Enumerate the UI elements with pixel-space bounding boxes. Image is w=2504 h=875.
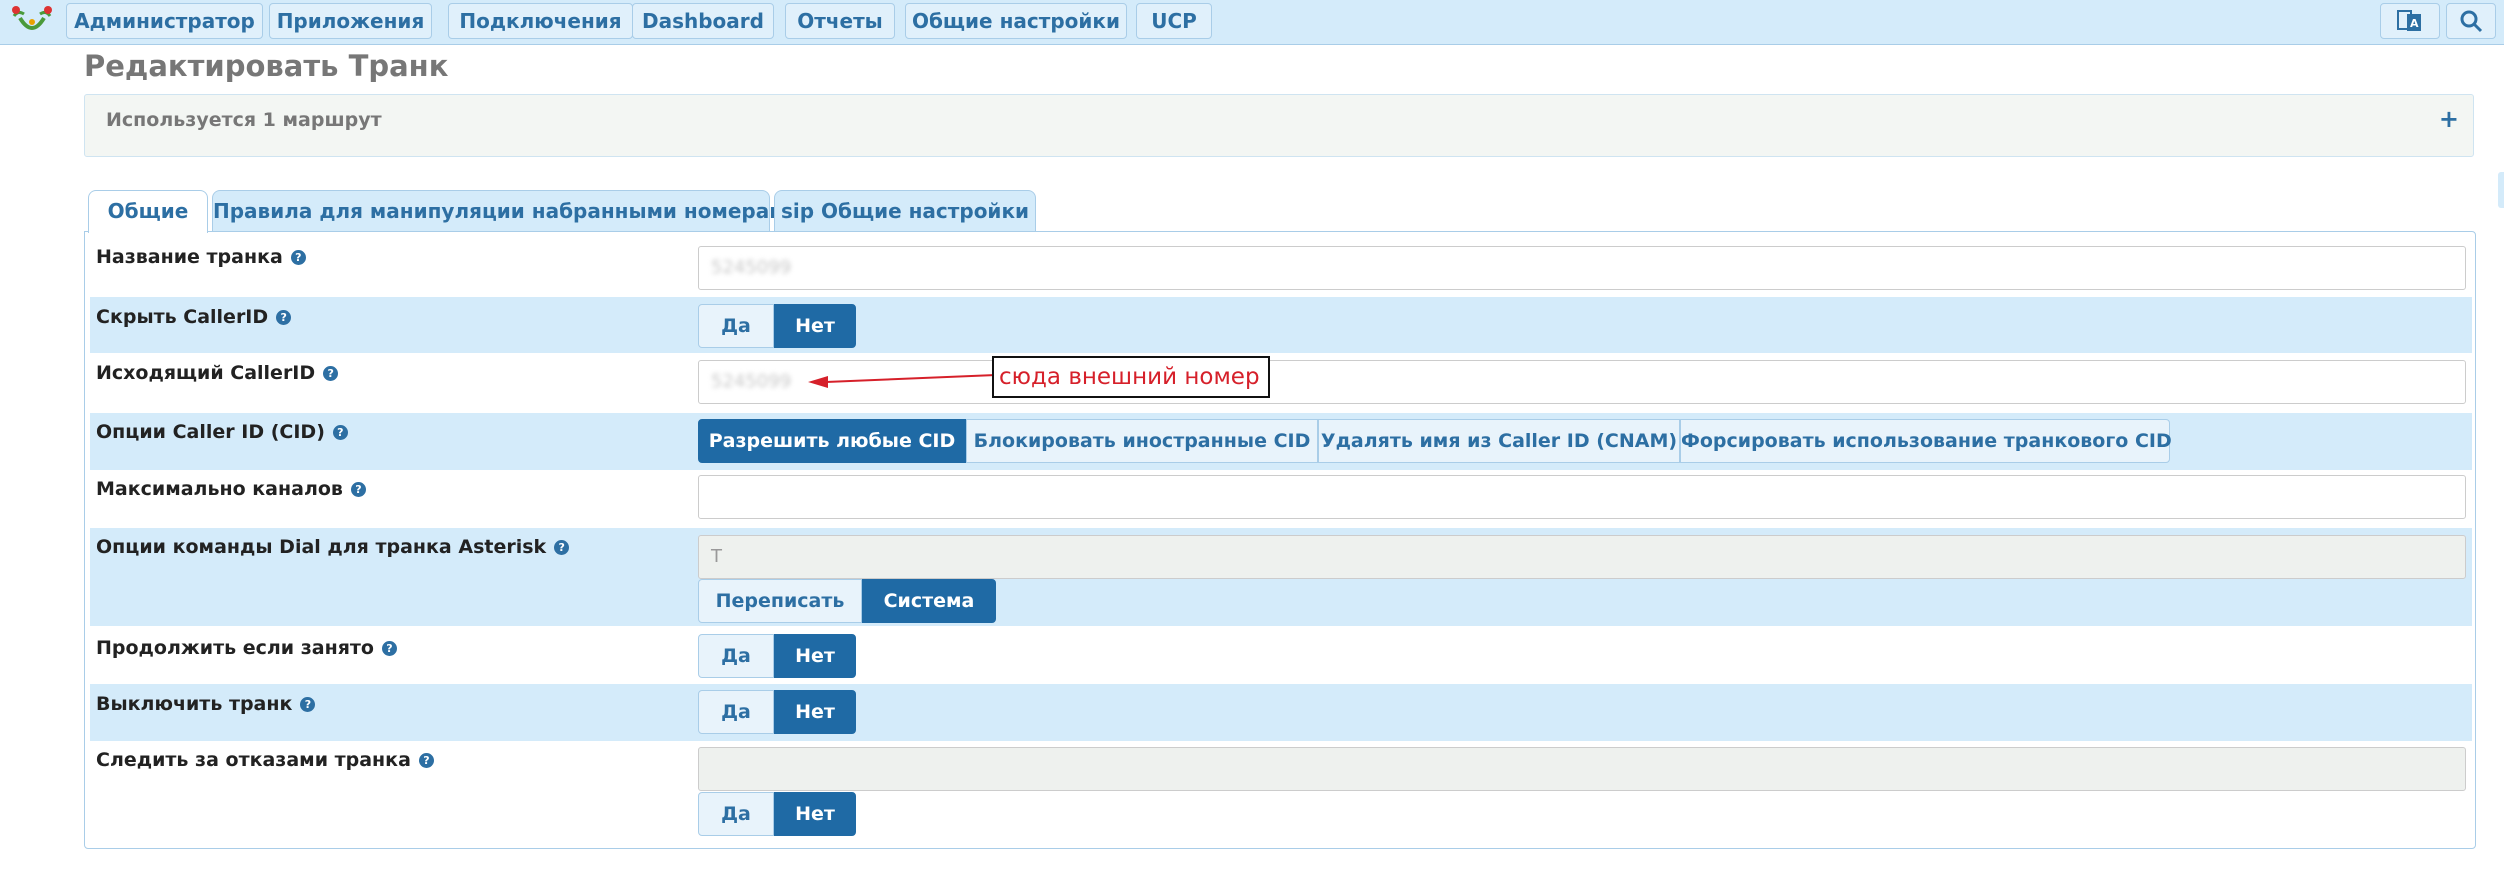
outbound-callerid-label: Исходящий CallerID?: [96, 362, 339, 384]
help-icon[interactable]: ?: [418, 753, 434, 768]
help-icon[interactable]: ?: [276, 310, 292, 325]
dial-options-label: Опции команды Dial для транка Asterisk?: [96, 536, 570, 558]
search-button[interactable]: [2446, 3, 2496, 39]
help-icon[interactable]: ?: [554, 540, 570, 555]
hide-callerid-label: Скрыть CallerID?: [96, 306, 292, 328]
side-scroll-tab[interactable]: [2498, 172, 2504, 208]
hide-callerid-toggle: Да Нет: [698, 304, 856, 348]
usage-text: Используется 1 маршрут: [106, 109, 382, 131]
annotation-note: сюда внешний номер: [992, 356, 1270, 398]
disable-trunk-no[interactable]: Нет: [774, 690, 856, 734]
row-disable-trunk: [90, 684, 2472, 741]
nav-dashboard[interactable]: Dashboard: [632, 3, 774, 39]
expand-plus-icon[interactable]: +: [2439, 105, 2459, 133]
trunk-name-value: 5245099: [711, 257, 792, 278]
svg-text:A: A: [2410, 17, 2419, 30]
dial-system[interactable]: Система: [862, 579, 996, 623]
tab-sip-settings[interactable]: sip Общие настройки: [774, 190, 1036, 232]
monitor-failures-yes[interactable]: Да: [698, 792, 774, 836]
help-icon[interactable]: ?: [350, 482, 366, 497]
trunk-name-input[interactable]: 5245099: [698, 246, 2466, 290]
callerid-options-label: Опции Caller ID (CID)?: [96, 421, 348, 443]
help-icon[interactable]: ?: [323, 366, 339, 381]
monitor-failures-no[interactable]: Нет: [774, 792, 856, 836]
tab-general[interactable]: Общие: [88, 190, 208, 233]
trunk-name-label: Название транка?: [96, 246, 306, 268]
nav-reports[interactable]: Отчеты: [785, 3, 895, 39]
cid-block-foreign[interactable]: Блокировать иностранные CID: [966, 419, 1318, 463]
help-icon[interactable]: ?: [332, 425, 348, 440]
monitor-failures-input: [698, 747, 2466, 791]
help-icon[interactable]: ?: [381, 641, 397, 656]
continue-busy-no[interactable]: Нет: [774, 634, 856, 678]
nav-ucp[interactable]: UCP: [1136, 3, 1212, 39]
nav-admin[interactable]: Администратор: [66, 3, 263, 39]
dial-options-input: T: [698, 535, 2466, 579]
cid-allow-any[interactable]: Разрешить любые CID: [698, 419, 966, 463]
continue-busy-toggle: Да Нет: [698, 634, 856, 678]
freepbx-logo[interactable]: [4, 2, 60, 40]
hide-callerid-yes[interactable]: Да: [698, 304, 774, 348]
max-channels-label: Максимально каналов?: [96, 478, 366, 500]
page-title: Редактировать Транк: [84, 49, 449, 83]
search-icon: [2460, 10, 2483, 33]
row-hide-callerid: [90, 297, 2472, 353]
continue-busy-label: Продолжить если занято?: [96, 637, 397, 659]
help-icon[interactable]: ?: [300, 697, 316, 712]
disable-trunk-toggle: Да Нет: [698, 690, 856, 734]
dial-override[interactable]: Переписать: [698, 579, 862, 623]
tab-dial-rules[interactable]: Правила для манипуляции набранными номер…: [212, 190, 800, 232]
nav-settings[interactable]: Общие настройки: [905, 3, 1127, 39]
nav-connectivity[interactable]: Подключения: [448, 3, 633, 39]
monitor-failures-toggle: Да Нет: [698, 792, 856, 836]
monitor-failures-label: Следить за отказами транка?: [96, 749, 434, 771]
outbound-callerid-value: 5245099: [711, 371, 792, 392]
callerid-options-group: Разрешить любые CID Блокировать иностран…: [698, 419, 2172, 463]
max-channels-input[interactable]: [698, 475, 2466, 519]
hide-callerid-no[interactable]: Нет: [774, 304, 856, 348]
top-navbar: Администратор Приложения Подключения Das…: [0, 0, 2504, 45]
language-icon: A: [2397, 10, 2421, 31]
cid-remove-cnam[interactable]: Удалять имя из Caller ID (CNAM): [1318, 419, 1680, 463]
cid-force-trunk[interactable]: Форсировать использование транкового CID: [1680, 419, 2172, 463]
help-icon[interactable]: ?: [290, 250, 306, 265]
dial-options-toggle: Переписать Система: [698, 579, 996, 623]
language-button[interactable]: A: [2380, 3, 2440, 39]
disable-trunk-yes[interactable]: Да: [698, 690, 774, 734]
annotation-arrow: [808, 374, 997, 388]
nav-applications[interactable]: Приложения: [269, 3, 432, 39]
continue-busy-yes[interactable]: Да: [698, 634, 774, 678]
usage-panel[interactable]: Используется 1 маршрут +: [84, 94, 2474, 157]
disable-trunk-label: Выключить транк?: [96, 693, 316, 715]
